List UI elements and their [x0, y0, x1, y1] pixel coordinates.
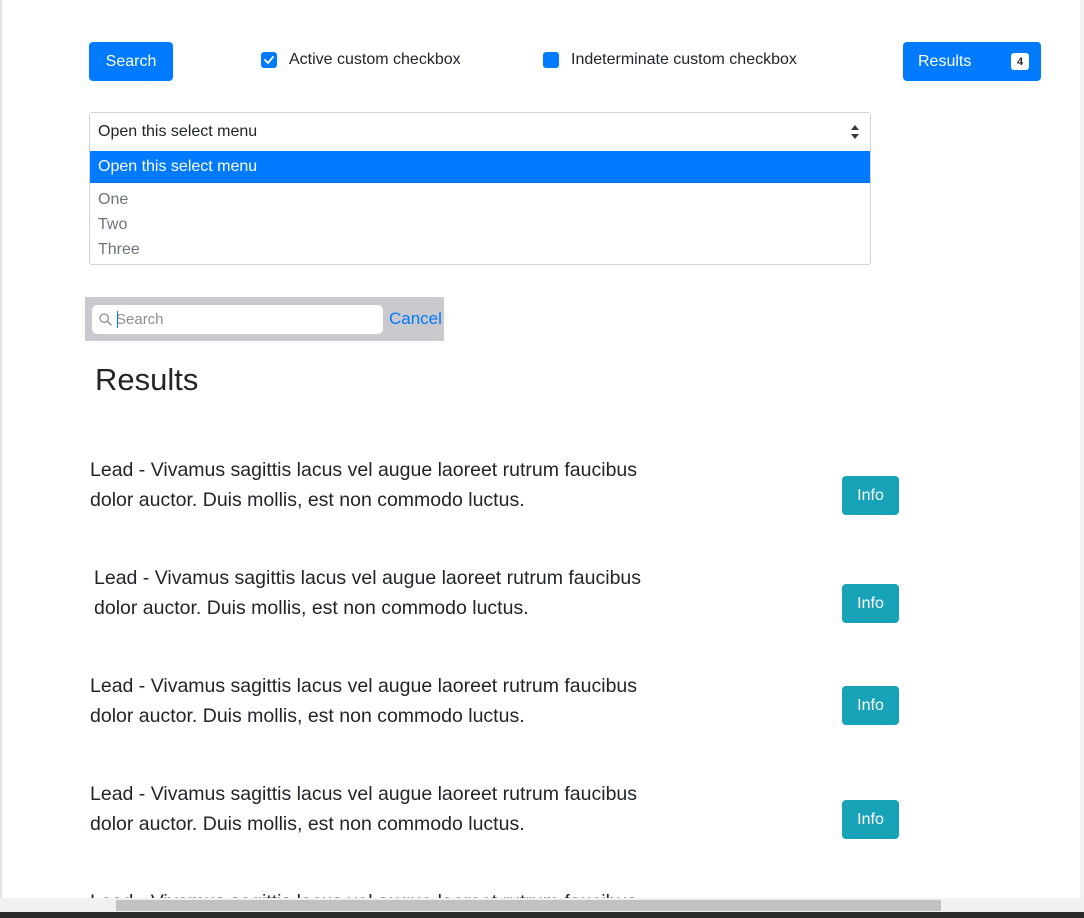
indeterminate-custom-checkbox[interactable]: Indeterminate custom checkbox — [543, 51, 797, 69]
active-custom-checkbox[interactable]: Active custom checkbox — [261, 51, 461, 69]
results-button[interactable]: Results 4 — [903, 42, 1041, 81]
window-border-left — [0, 0, 2, 898]
active-checkbox-label: Active custom checkbox — [289, 51, 461, 68]
checkbox-indeterminate[interactable] — [543, 52, 559, 68]
indeterminate-checkbox-label: Indeterminate custom checkbox — [571, 51, 797, 68]
info-button[interactable]: Info — [842, 584, 899, 623]
taskbar-edge — [0, 912, 1084, 918]
text-caret — [117, 310, 118, 328]
search-button[interactable]: Search — [89, 42, 173, 81]
lead-text: Lead - Vivamus sagittis lacus vel augue … — [90, 887, 670, 898]
info-button[interactable]: Info — [842, 476, 899, 515]
select-option[interactable]: One — [90, 187, 870, 212]
check-icon — [264, 56, 274, 64]
select-option[interactable]: Open this select menu — [90, 151, 870, 183]
list-item: Lead - Vivamus sagittis lacus vel augue … — [90, 887, 910, 898]
search-icon — [99, 312, 112, 326]
searchbar: Search Cancel — [85, 297, 444, 341]
select-current-value[interactable]: Open this select menu — [90, 113, 870, 151]
window-border-right — [1080, 0, 1084, 898]
list-item: Lead - Vivamus sagittis lacus vel augue … — [94, 563, 914, 623]
lead-text: Lead - Vivamus sagittis lacus vel augue … — [90, 783, 638, 835]
cancel-button[interactable]: Cancel — [389, 309, 442, 329]
info-button[interactable]: Info — [842, 800, 899, 839]
lead-text: Lead - Vivamus sagittis lacus vel augue … — [90, 675, 638, 727]
checkbox-checked[interactable] — [261, 52, 277, 68]
select-current-label: Open this select menu — [98, 123, 258, 140]
search-placeholder: Search — [116, 310, 164, 328]
custom-select[interactable]: Open this select menu Open this select m… — [89, 112, 871, 265]
select-option[interactable]: Three — [90, 237, 870, 262]
search-input[interactable]: Search — [92, 304, 383, 334]
results-button-label: Results — [918, 52, 972, 70]
scrollbar-thumb[interactable] — [116, 900, 941, 911]
lead-text: Lead - Vivamus sagittis lacus vel augue … — [94, 567, 642, 619]
results-heading: Results — [95, 362, 199, 397]
list-item: Lead - Vivamus sagittis lacus vel augue … — [90, 671, 910, 731]
list-item: Lead - Vivamus sagittis lacus vel augue … — [90, 455, 910, 515]
info-button[interactable]: Info — [842, 686, 899, 725]
sort-arrows-icon — [851, 125, 859, 139]
results-count-badge: 4 — [1011, 53, 1029, 70]
lead-text: Lead - Vivamus sagittis lacus vel augue … — [90, 459, 638, 511]
list-item: Lead - Vivamus sagittis lacus vel augue … — [90, 779, 910, 839]
search-button-label: Search — [105, 52, 157, 70]
select-option[interactable]: Two — [90, 212, 870, 237]
